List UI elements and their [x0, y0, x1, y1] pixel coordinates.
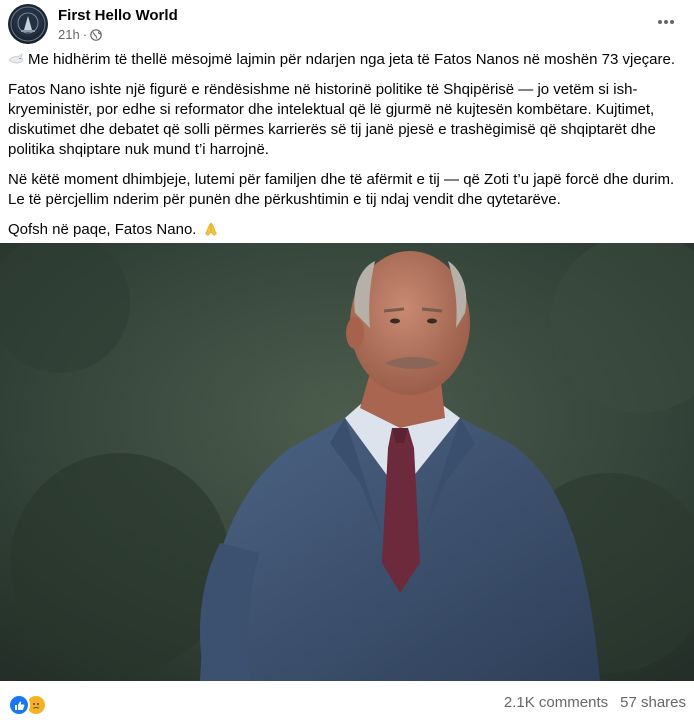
page-avatar[interactable] [8, 4, 48, 44]
facebook-post: First Hello World 21h · Me hidhërim të t… [0, 0, 694, 722]
like-icon [8, 694, 30, 716]
post-body: Me hidhërim të thellë mësojmë lajmin për… [8, 50, 684, 250]
dove-emoji [8, 51, 24, 64]
post-time[interactable]: 21h [58, 27, 80, 42]
post-header: First Hello World 21h · [8, 4, 688, 44]
post-paragraph: Me hidhërim të thellë mësojmë lajmin për… [8, 50, 684, 70]
post-footer: 2.1K comments 57 shares [0, 684, 694, 722]
globe-icon [90, 28, 102, 41]
post-paragraph: Fatos Nano ishte një figurë e rëndësishm… [8, 81, 656, 158]
comments-count[interactable]: 2.1K comments [504, 694, 608, 711]
post-meta: 21h · [58, 27, 102, 42]
reactions-summary[interactable] [8, 694, 47, 716]
post-photo[interactable] [0, 243, 694, 681]
folded-hands-emoji [203, 221, 219, 237]
post-paragraph: Në këtë moment dhimbjeje, lutemi për fam… [8, 171, 675, 208]
post-paragraph: Qofsh në paqe, Fatos Nano. [8, 220, 684, 240]
more-options-icon[interactable] [652, 10, 680, 34]
author-name[interactable]: First Hello World [58, 7, 178, 24]
shares-count[interactable]: 57 shares [620, 694, 686, 711]
post-stats: 2.1K comments 57 shares [504, 694, 686, 711]
